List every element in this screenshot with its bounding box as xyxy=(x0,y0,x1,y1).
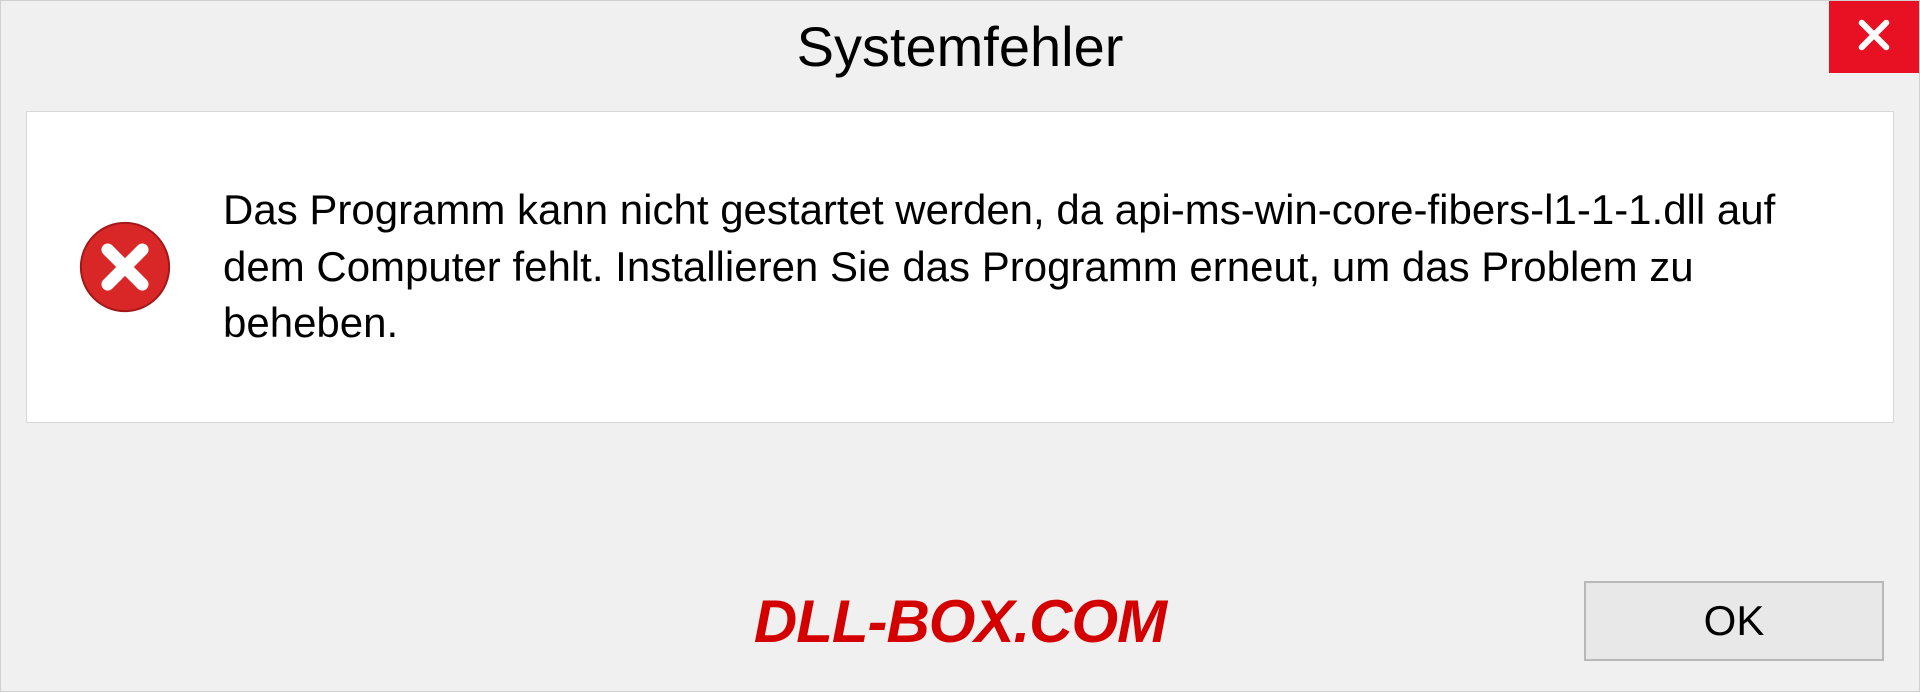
dialog-title: Systemfehler xyxy=(797,14,1124,79)
content-area: Das Programm kann nicht gestartet werden… xyxy=(26,111,1894,423)
watermark-text: DLL-BOX.COM xyxy=(754,587,1166,656)
ok-button[interactable]: OK xyxy=(1584,581,1884,661)
close-button[interactable] xyxy=(1829,1,1919,73)
title-bar: Systemfehler xyxy=(1,1,1919,91)
error-icon xyxy=(77,219,173,315)
close-icon xyxy=(1853,14,1895,61)
error-message: Das Programm kann nicht gestartet werden… xyxy=(223,182,1833,352)
error-dialog: Systemfehler Das Programm kann nicht ges… xyxy=(0,0,1920,692)
dialog-footer: DLL-BOX.COM OK xyxy=(1,581,1919,661)
